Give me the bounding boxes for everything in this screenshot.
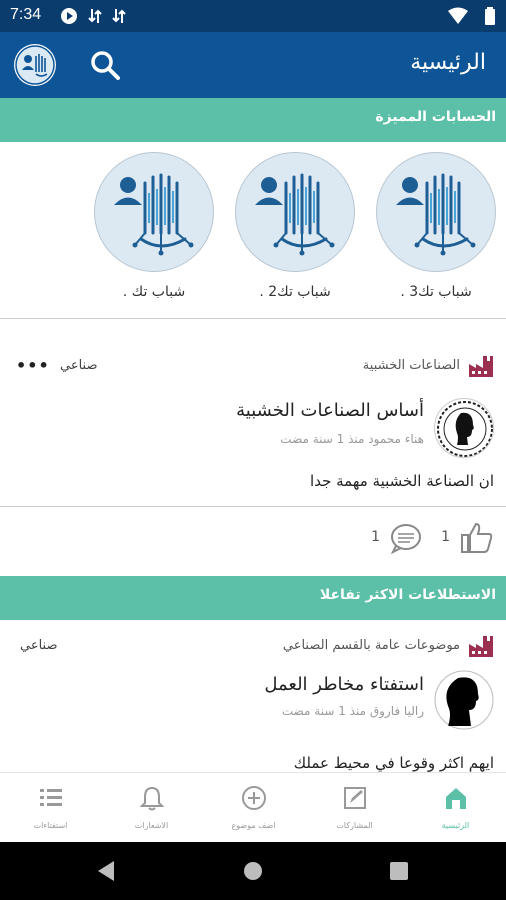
nav-polls-label: استفتاءات [33,821,68,830]
nav-add-topic-label: اضف موضوع [231,821,276,830]
divider [0,506,506,507]
account-avatar-icon [235,152,355,272]
nav-polls[interactable]: استفتاءات [0,773,101,843]
post-actions: 1 1 [0,508,506,568]
post-category: الصناعات الخشبية [362,358,460,373]
page-title: الرئيسية [410,50,486,75]
recents-icon[interactable] [390,862,408,880]
post-title[interactable]: أساس الصناعات الخشبية [236,400,424,421]
polls-title: الاستطلاعات الاكثر تفاعلا [319,587,496,603]
author-avatar[interactable] [434,670,494,730]
polls-header: الاستطلاعات الاكثر تفاعلا [0,576,506,620]
account-avatar-icon [94,152,214,272]
logo-icon[interactable] [14,44,56,86]
nav-home[interactable]: الرئيسية [405,773,506,843]
search-icon[interactable] [88,48,122,82]
list-icon [40,789,62,806]
poll-card[interactable]: موضوعات عامة بالقسم الصناعي صناعي استفتا… [0,620,506,772]
account-avatar-icon [376,152,496,272]
nav-home-label: الرئيسية [441,821,470,830]
sync-icon [88,9,102,23]
featured-accounts-title: الحسابات المميزة [375,109,496,125]
poll-meta: راليا فاروق منذ 1 سنة مضت [281,704,424,718]
home-button-icon[interactable] [243,861,263,881]
featured-account-name: شباب تك . [122,284,186,300]
system-nav-bar [0,842,506,900]
factory-icon [468,354,494,378]
status-bar: 7:34 [0,0,506,32]
nav-posts-label: المشاركات [336,821,373,830]
post-tag: صناعي [60,358,98,373]
edit-icon [344,787,366,809]
add-icon [242,786,266,810]
wifi-icon [448,7,468,24]
like-count: 1 [441,529,450,545]
status-time: 7:34 [10,6,42,23]
nav-notifications-label: الاشعارات [134,821,169,830]
battery-icon [485,7,495,25]
home-icon [446,788,466,809]
divider [0,318,506,319]
featured-accounts-list: شباب تك3 . شباب تك2 . شباب تك . [0,142,506,318]
nav-add-topic[interactable]: اضف موضوع [203,773,304,843]
factory-icon [468,634,494,658]
post-card[interactable]: الصناعات الخشبية صناعي ••• أساس الصناعات… [0,340,506,506]
bottom-nav: الرئيسية المشاركات اضف موضوع الاشعارات ا… [0,772,506,842]
like-icon[interactable] [460,522,494,558]
post-body: ان الصناعة الخشبية مهمة جدا [310,472,494,490]
sync-icon [112,9,126,23]
featured-account-name: شباب تك3 . [400,284,472,300]
play-icon [61,8,77,24]
poll-question: ايهم اكثر وقوعا في محيط عملك [293,754,494,772]
post-meta: هناء محمود منذ 1 سنة مضت [280,432,424,446]
status-system-icons [448,7,496,25]
poll-tag: صناعي [20,638,58,653]
status-notification-icons [60,7,126,25]
more-icon[interactable]: ••• [16,356,50,375]
bell-icon [139,786,165,811]
comment-count: 1 [371,529,380,545]
nav-posts[interactable]: المشاركات [304,773,405,843]
poll-category: موضوعات عامة بالقسم الصناعي [282,638,460,653]
poll-title[interactable]: استفتاء مخاطر العمل [264,674,424,695]
nav-notifications[interactable]: الاشعارات [101,773,202,843]
featured-accounts-header: الحسابات المميزة [0,98,506,142]
back-icon[interactable] [96,860,116,882]
comment-icon[interactable] [390,522,422,558]
author-avatar[interactable] [434,398,494,458]
featured-account-name: شباب تك2 . [259,284,331,300]
app-bar: الرئيسية [0,32,506,98]
